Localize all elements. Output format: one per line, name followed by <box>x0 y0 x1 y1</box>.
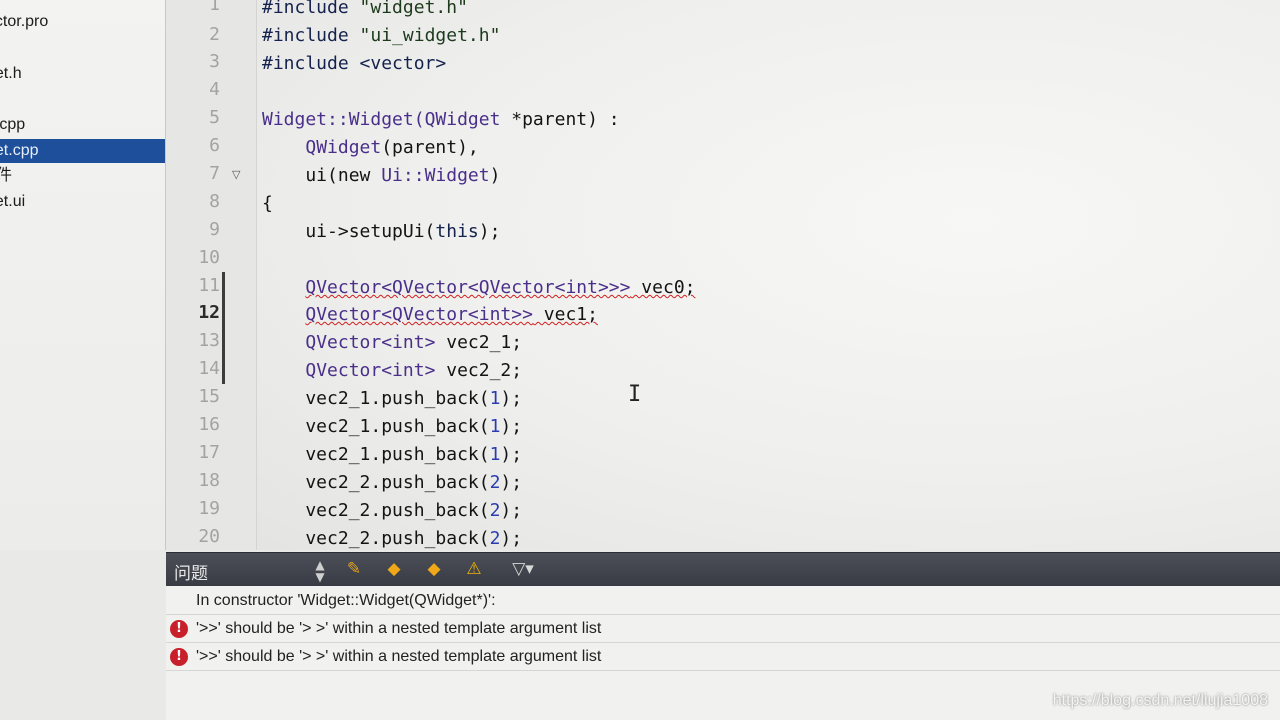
line-number: 8 <box>209 191 220 212</box>
code-line-2: #include "ui_widget.h" <box>262 25 501 46</box>
code-line-3: #include <vector> <box>262 53 447 74</box>
tree-item-header[interactable]: get.h <box>0 62 165 86</box>
issues-toolbar: 问题 ▲ ▼ ✎ ◆ ◆ ⚠ ▽▾ <box>166 552 1280 587</box>
code-line-11: QVector<QVector<QVector<int>>> vec0; <box>305 277 696 298</box>
issue-context-row[interactable]: In constructor 'Widget::Widget(QWidget*)… <box>166 588 1280 615</box>
line-number: 11 <box>198 275 220 296</box>
code-line-6: QWidget(parent), <box>305 137 479 158</box>
code-line-12: QVector<QVector<int>> vec1; <box>305 304 598 325</box>
tree-item-pro-file[interactable]: ector.pro <box>0 10 165 34</box>
line-number: 18 <box>198 470 220 491</box>
code-line-8: { <box>262 193 273 214</box>
issue-row[interactable]: ! '>>' should be '> >' within a nested t… <box>166 644 1280 671</box>
code-line-20: vec2_2.push_back(2); <box>262 528 523 549</box>
line-number: 1 <box>209 0 220 15</box>
code-line-7: ui(new Ui::Widget) <box>262 165 501 186</box>
line-number: 9 <box>209 219 220 240</box>
tree-item-main-cpp[interactable]: n.cpp <box>0 113 165 137</box>
error-icon: ! <box>170 648 188 666</box>
text-cursor-icon: I <box>628 382 642 407</box>
line-number: 2 <box>209 24 220 45</box>
tree-item-label: get.ui <box>0 193 26 210</box>
code-line-13: QVector<int> vec2_1; <box>305 332 523 353</box>
code-line-17: vec2_1.push_back(1); <box>262 444 523 465</box>
line-number: 4 <box>209 79 220 100</box>
next-issue-icon[interactable]: ◆ <box>422 557 446 581</box>
tree-item-label: ector.pro <box>0 13 49 30</box>
code-line-1: #include "widget.h" <box>262 0 468 18</box>
line-number: 13 <box>198 330 220 351</box>
line-number: 14 <box>198 358 220 379</box>
modified-lines-marker <box>222 272 225 384</box>
issues-title: 问题 <box>174 564 208 584</box>
line-number: 6 <box>209 135 220 156</box>
issue-context-text: In constructor 'Widget::Widget(QWidget*)… <box>196 592 496 609</box>
clean-issues-icon[interactable]: ✎ <box>342 557 366 581</box>
code-line-15: vec2_1.push_back(1); <box>262 388 523 409</box>
tree-item-label: 件 <box>0 167 13 184</box>
current-line-number: 12 <box>198 302 220 323</box>
code-line-9: ui->setupUi(this); <box>262 221 501 242</box>
code-line-18: vec2_2.push_back(2); <box>262 472 523 493</box>
filter-icon[interactable]: ▽▾ <box>508 557 538 581</box>
line-number: 17 <box>198 442 220 463</box>
tree-item-forms-folder[interactable]: 件 <box>0 164 165 188</box>
error-squiggle: QVector<QVector<int>> <box>305 304 533 325</box>
pane-selector-icon[interactable]: ▲ ▼ <box>310 559 330 583</box>
issue-text: '>>' should be '> >' within a nested tem… <box>196 648 602 665</box>
line-number: 16 <box>198 414 220 435</box>
code-line-19: vec2_2.push_back(2); <box>262 500 523 521</box>
warning-filter-icon[interactable]: ⚠ <box>462 557 486 581</box>
code-line-14: QVector<int> vec2_2; <box>305 360 523 381</box>
line-number: 19 <box>198 498 220 519</box>
line-number: 3 <box>209 51 220 72</box>
issue-row[interactable]: ! '>>' should be '> >' within a nested t… <box>166 616 1280 643</box>
tree-item-label: get.cpp <box>0 142 39 159</box>
error-icon: ! <box>170 620 188 638</box>
line-number: 10 <box>198 247 220 268</box>
tree-item-label: get.h <box>0 65 22 82</box>
watermark: https://blog.csdn.net/liujia1008 <box>1052 692 1268 709</box>
code-line-16: vec2_1.push_back(1); <box>262 416 523 437</box>
line-number: 20 <box>198 526 220 547</box>
project-tree: ector.pro get.h n.cpp get.cpp 件 get.ui <box>0 0 166 550</box>
error-squiggle: QVector<QVector<QVector<int>>> <box>305 277 631 298</box>
line-number: 5 <box>209 107 220 128</box>
tree-item-widget-ui[interactable]: get.ui <box>0 190 165 214</box>
line-number-gutter[interactable]: 1 2 3 4 5 6 7 ▽ 8 9 10 11 12 13 14 15 16… <box>166 0 257 550</box>
line-number: 15 <box>198 386 220 407</box>
line-number: 7 <box>209 163 220 184</box>
code-line-5: Widget::Widget(QWidget *parent) : <box>262 109 620 130</box>
code-editor[interactable]: #include "widget.h" #include "ui_widget.… <box>257 0 1280 550</box>
tree-item-widget-cpp[interactable]: get.cpp <box>0 139 165 163</box>
issue-text: '>>' should be '> >' within a nested tem… <box>196 620 602 637</box>
tree-item-label: n.cpp <box>0 116 26 133</box>
previous-issue-icon[interactable]: ◆ <box>382 557 406 581</box>
fold-arrow-icon[interactable]: ▽ <box>232 168 240 181</box>
